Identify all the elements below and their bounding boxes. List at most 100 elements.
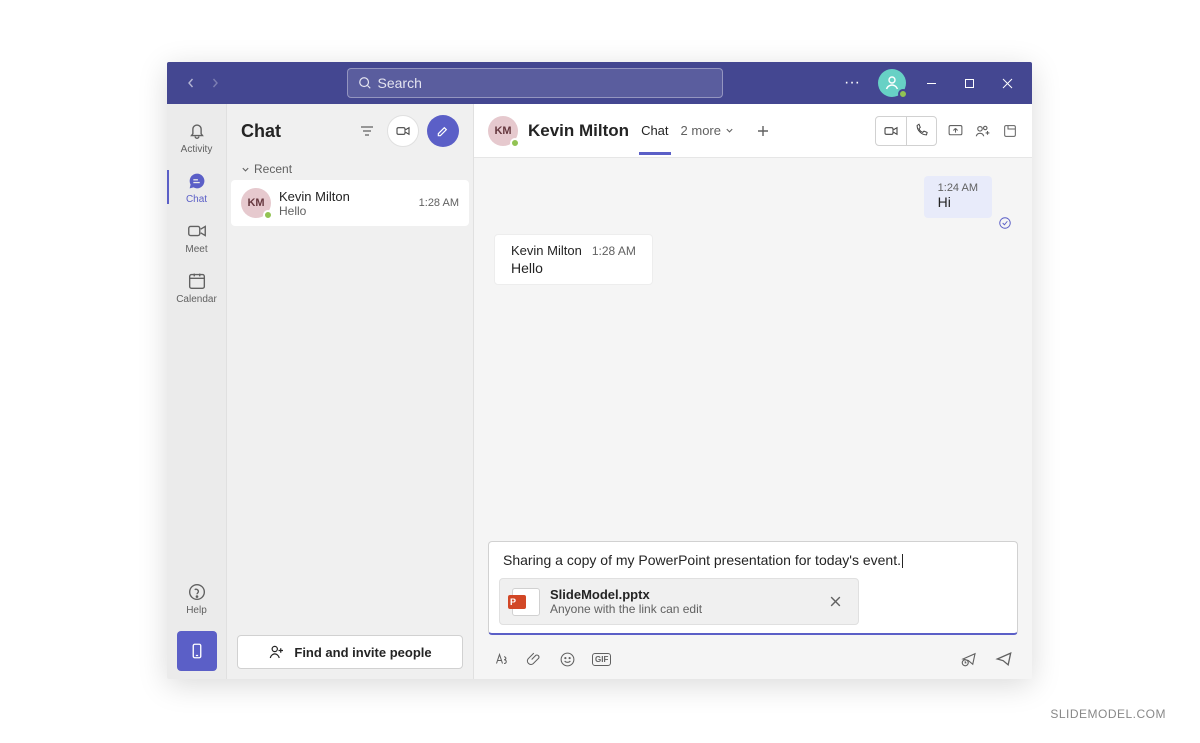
more-options-button[interactable]: ··· (838, 74, 866, 92)
compose-input[interactable]: Sharing a copy of my PowerPoint presenta… (499, 550, 1007, 578)
message-text: Hello (511, 260, 636, 276)
emoji-button[interactable] (559, 651, 576, 668)
chevron-down-icon (241, 165, 250, 174)
send-later-icon (960, 650, 978, 668)
incoming-message[interactable]: Kevin Milton 1:28 AM Hello (494, 234, 653, 285)
meet-now-button[interactable] (387, 115, 419, 147)
tabs-more-label: 2 more (681, 123, 721, 138)
maximize-button[interactable] (956, 70, 982, 96)
attachment-filename: SlideModel.pptx (550, 587, 815, 602)
calendar-icon (186, 270, 208, 292)
rail-activity-label: Activity (181, 144, 213, 155)
send-icon (994, 649, 1014, 669)
compose-toolbar: GIF (474, 645, 1032, 679)
new-chat-button[interactable] (427, 115, 459, 147)
recent-section[interactable]: Recent (227, 158, 473, 180)
plus-icon (756, 124, 770, 138)
filter-icon (359, 123, 375, 139)
schedule-send-button[interactable] (960, 650, 978, 668)
rail-help-label: Help (186, 605, 207, 616)
teams-window: Search ··· Activity Chat (167, 62, 1032, 679)
attachment-card[interactable]: P SlideModel.pptx Anyone with the link c… (499, 578, 859, 625)
tabs-more[interactable]: 2 more (681, 123, 734, 138)
call-buttons (875, 116, 937, 146)
powerpoint-file-icon: P (512, 588, 540, 616)
format-icon (492, 650, 510, 668)
chat-item-text: Kevin Milton Hello (279, 189, 411, 218)
video-call-button[interactable] (876, 117, 906, 145)
presence-available-icon (898, 89, 908, 99)
outgoing-message: 1:24 AM Hi (494, 176, 1012, 218)
video-icon (883, 123, 899, 139)
forward-button[interactable] (205, 73, 225, 93)
rail-activity[interactable]: Activity (167, 112, 227, 162)
rail-help[interactable]: Help (167, 573, 227, 623)
rail-calendar-label: Calendar (176, 294, 217, 305)
rail-meet[interactable]: Meet (167, 212, 227, 262)
video-icon (186, 220, 208, 242)
find-people-label: Find and invite people (294, 645, 431, 660)
presence-available-icon (510, 138, 520, 148)
add-people-button[interactable] (974, 122, 992, 140)
contact-avatar: KM (241, 188, 271, 218)
paperclip-icon (526, 651, 543, 668)
title-bar: Search ··· (167, 62, 1032, 104)
chat-list-panel: Chat Recent KM (227, 104, 474, 679)
close-icon (829, 595, 842, 608)
rail-chat[interactable]: Chat (167, 162, 227, 212)
read-receipt-icon (998, 216, 1012, 230)
people-add-icon (974, 122, 992, 140)
conversation-panel: KM Kevin Milton Chat 2 more (474, 104, 1032, 679)
message-text: Hi (938, 194, 978, 210)
send-button[interactable] (994, 649, 1014, 669)
watermark: SLIDEMODEL.COM (1050, 707, 1166, 721)
popout-button[interactable] (1002, 123, 1018, 139)
outgoing-bubble[interactable]: 1:24 AM Hi (924, 176, 992, 218)
tab-chat[interactable]: Chat (639, 123, 670, 138)
user-avatar[interactable] (878, 69, 906, 97)
message-time: 1:28 AM (419, 197, 459, 209)
back-button[interactable] (181, 73, 201, 93)
search-icon (358, 76, 372, 90)
chat-list-title: Chat (241, 121, 347, 142)
find-invite-people-button[interactable]: Find and invite people (237, 635, 463, 669)
rail-calendar[interactable]: Calendar (167, 262, 227, 312)
share-screen-button[interactable] (947, 122, 964, 139)
recent-label: Recent (254, 162, 292, 176)
conversation-title: Kevin Milton (528, 121, 629, 141)
rail-meet-label: Meet (185, 244, 207, 255)
search-placeholder: Search (378, 75, 422, 91)
audio-call-button[interactable] (906, 117, 936, 145)
close-button[interactable] (994, 70, 1020, 96)
format-button[interactable] (492, 650, 510, 668)
contact-initials: KM (247, 197, 264, 209)
add-tab-button[interactable] (752, 120, 774, 142)
message-sender: Kevin Milton (511, 243, 582, 258)
rail-mobile-button[interactable] (177, 631, 217, 671)
attachment-permission: Anyone with the link can edit (550, 602, 815, 616)
chevron-down-icon (725, 126, 734, 135)
message-composer[interactable]: Sharing a copy of my PowerPoint presenta… (488, 541, 1018, 635)
help-icon (186, 581, 208, 603)
conversation-avatar: KM (488, 116, 518, 146)
remove-attachment-button[interactable] (825, 591, 846, 612)
nav-arrows (175, 73, 231, 93)
minimize-button[interactable] (918, 70, 944, 96)
message-timestamp: 1:28 AM (592, 244, 636, 258)
compose-icon (435, 123, 451, 139)
phone-icon (914, 123, 929, 138)
chat-list-item[interactable]: KM Kevin Milton Hello 1:28 AM (231, 180, 469, 226)
phone-device-icon (188, 642, 206, 660)
attach-button[interactable] (526, 651, 543, 668)
app-rail: Activity Chat Meet Calendar Help (167, 104, 227, 679)
filter-button[interactable] (355, 119, 379, 143)
gif-button[interactable]: GIF (592, 653, 611, 666)
person-icon (884, 75, 900, 91)
popout-icon (1002, 123, 1018, 139)
search-input[interactable]: Search (347, 68, 723, 98)
message-list: 1:24 AM Hi Kevin Milton 1:28 AM Hello (474, 158, 1032, 541)
rail-chat-label: Chat (186, 194, 207, 205)
person-add-icon (268, 643, 286, 661)
emoji-icon (559, 651, 576, 668)
share-screen-icon (947, 122, 964, 139)
